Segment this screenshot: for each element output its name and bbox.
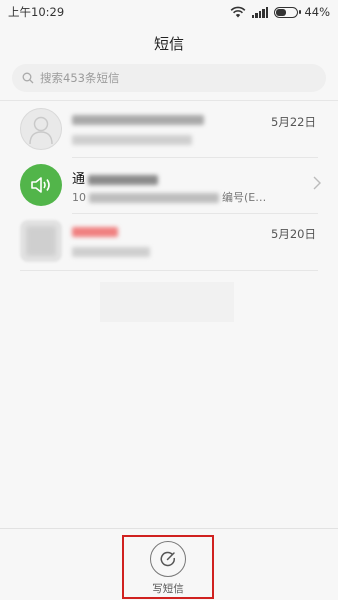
avatar	[20, 164, 62, 206]
compose-icon	[150, 541, 186, 577]
search-placeholder: 搜索453条短信	[40, 71, 120, 85]
avatar	[20, 220, 62, 262]
blurred-name	[72, 226, 118, 237]
conversation-snippet	[72, 133, 192, 146]
conversation-snippet	[72, 245, 150, 258]
wifi-icon	[230, 6, 246, 18]
blurred-name	[72, 114, 204, 125]
person-icon	[29, 116, 53, 144]
chevron-right-icon	[313, 176, 321, 190]
conversation-name: 通	[72, 168, 159, 187]
speaker-icon	[31, 177, 50, 193]
divider	[20, 270, 318, 271]
compose-button[interactable]: 写短信	[122, 535, 214, 599]
conversation-snippet: 10 编号(E…	[72, 191, 267, 204]
conversation-item[interactable]: 5月22日	[0, 102, 338, 158]
avatar	[20, 108, 62, 150]
status-bar: 上午10:29 44%	[0, 0, 338, 24]
status-icons: 44%	[230, 5, 330, 19]
conversation-name	[72, 112, 204, 127]
status-time: 上午10:29	[8, 5, 65, 19]
empty-area	[100, 282, 234, 322]
conversation-name	[72, 224, 118, 239]
conversation-item[interactable]: 5月20日	[0, 214, 338, 270]
search-input[interactable]: 搜索453条短信	[12, 64, 326, 92]
compose-label: 写短信	[152, 583, 184, 595]
blurred-name	[88, 174, 159, 185]
conversation-date: 5月20日	[271, 227, 316, 241]
blurred-snippet	[72, 247, 150, 257]
blurred-image-icon	[26, 226, 56, 256]
search-icon	[22, 72, 34, 84]
page-title: 短信	[153, 34, 184, 53]
conversation-date: 5月22日	[271, 115, 316, 129]
edit-icon	[160, 551, 175, 567]
divider	[0, 100, 338, 101]
blurred-snippet	[89, 193, 219, 203]
conversation-item[interactable]: 通 10 编号(E…	[0, 158, 338, 214]
battery-percent: 44%	[304, 5, 330, 19]
battery-icon	[274, 6, 302, 18]
signal-icon	[251, 6, 269, 18]
blurred-snippet	[72, 135, 192, 145]
